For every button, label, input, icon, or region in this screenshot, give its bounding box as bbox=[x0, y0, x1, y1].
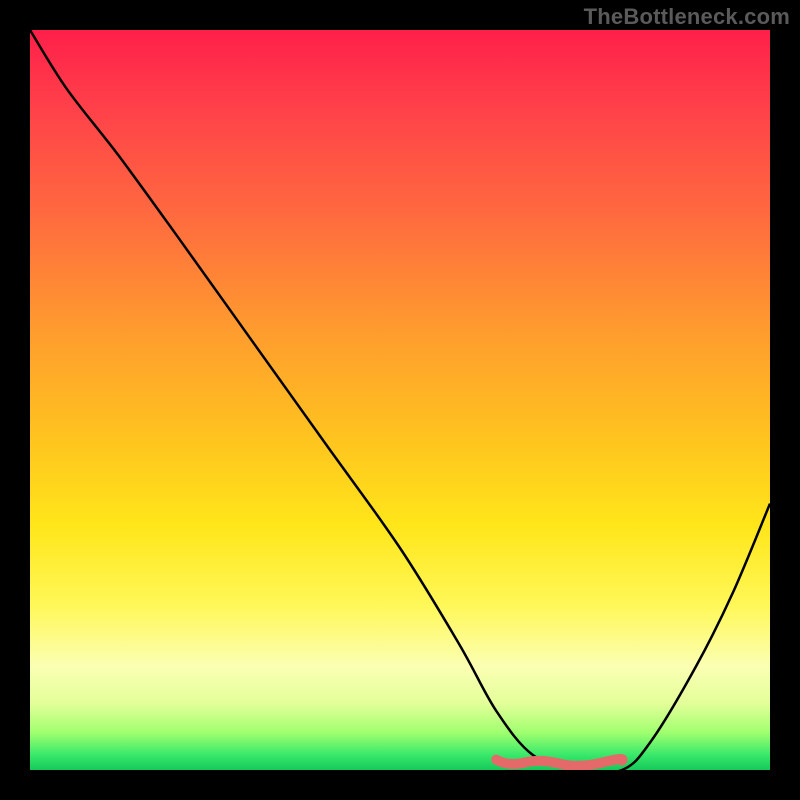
watermark-text: TheBottleneck.com bbox=[584, 4, 790, 30]
bottleneck-curve-path bbox=[30, 30, 770, 770]
trough-highlight bbox=[496, 759, 622, 766]
curve-svg bbox=[30, 30, 770, 770]
plot-area bbox=[30, 30, 770, 770]
chart-frame: TheBottleneck.com bbox=[0, 0, 800, 800]
